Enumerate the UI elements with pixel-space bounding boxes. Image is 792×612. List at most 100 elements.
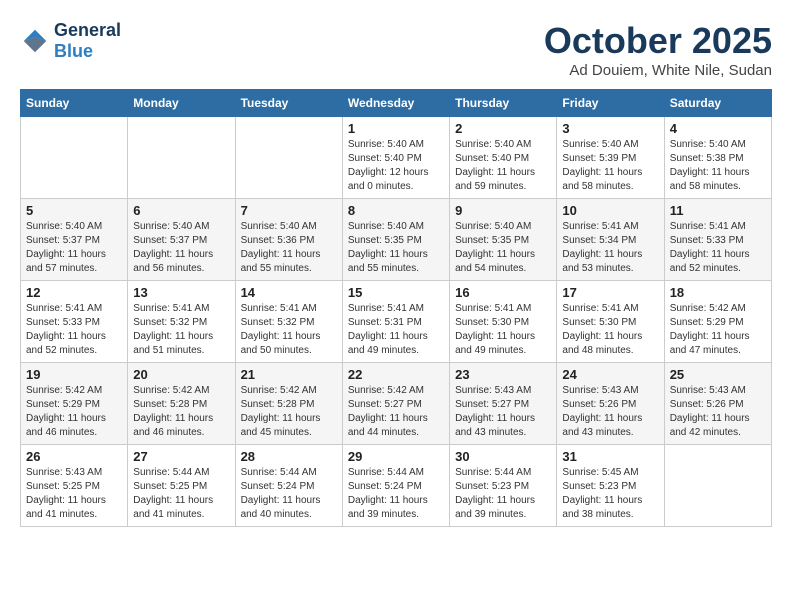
day-info: Sunrise: 5:43 AM Sunset: 5:25 PM Dayligh… (26, 466, 122, 522)
day-info: Sunrise: 5:40 AM Sunset: 5:37 PM Dayligh… (133, 220, 229, 276)
day-cell: 21 Sunrise: 5:42 AM Sunset: 5:28 PM Dayli… (235, 363, 342, 445)
day-cell (664, 445, 771, 527)
title-area: October 2025 Ad Douiem, White Nile, Suda… (544, 20, 772, 79)
day-cell: 23Sunrise: 5:43 AM Sunset: 5:27 PM Dayli… (450, 363, 557, 445)
day-cell: 22 Sunrise: 5:42 AM Sunset: 5:27 PM Dayli… (342, 363, 449, 445)
day-info: Sunrise: 5:45 AM Sunset: 5:23 PM Dayligh… (562, 466, 658, 522)
day-info: Sunrise: 5:41 AM Sunset: 5:30 PM Dayligh… (562, 302, 658, 358)
day-cell: 9 Sunrise: 5:40 AM Sunset: 5:35 PM Daylig… (450, 199, 557, 281)
day-info: Sunrise: 5:43 AM Sunset: 5:26 PM Dayligh… (670, 384, 766, 440)
page-header: General Blue October 2025 Ad Douiem, Whi… (20, 20, 772, 79)
day-number: 28 (241, 449, 337, 464)
day-info: Sunrise: 5:40 AM Sunset: 5:37 PM Dayligh… (26, 220, 122, 276)
day-info: Sunrise: 5:40 AM Sunset: 5:38 PM Dayligh… (670, 138, 766, 194)
day-number: 16 (455, 285, 551, 300)
day-number: 7 (241, 203, 337, 218)
day-cell: 4 Sunrise: 5:40 AM Sunset: 5:38 PM Daylig… (664, 117, 771, 199)
day-number: 22 (348, 367, 444, 382)
day-number: 1 (348, 121, 444, 136)
day-cell: 28Sunrise: 5:44 AM Sunset: 5:24 PM Dayli… (235, 445, 342, 527)
day-number: 18 (670, 285, 766, 300)
col-header-sunday: Sunday (21, 90, 128, 117)
day-number: 13 (133, 285, 229, 300)
day-cell: 19Sunrise: 5:42 AM Sunset: 5:29 PM Dayli… (21, 363, 128, 445)
day-number: 2 (455, 121, 551, 136)
day-number: 17 (562, 285, 658, 300)
day-cell (21, 117, 128, 199)
day-cell: 18 Sunrise: 5:42 AM Sunset: 5:29 PM Dayli… (664, 281, 771, 363)
day-number: 12 (26, 285, 122, 300)
day-info: Sunrise: 5:42 AM Sunset: 5:27 PM Dayligh… (348, 384, 444, 440)
day-number: 19 (26, 367, 122, 382)
day-cell: 24 Sunrise: 5:43 AM Sunset: 5:26 PM Dayli… (557, 363, 664, 445)
week-row-5: 26 Sunrise: 5:43 AM Sunset: 5:25 PM Dayli… (21, 445, 772, 527)
day-number: 27 (133, 449, 229, 464)
col-header-wednesday: Wednesday (342, 90, 449, 117)
col-header-tuesday: Tuesday (235, 90, 342, 117)
day-number: 31 (562, 449, 658, 464)
day-info: Sunrise: 5:40 AM Sunset: 5:35 PM Dayligh… (348, 220, 444, 276)
day-cell: 30Sunrise: 5:44 AM Sunset: 5:23 PM Dayli… (450, 445, 557, 527)
day-info: Sunrise: 5:41 AM Sunset: 5:33 PM Dayligh… (670, 220, 766, 276)
day-info: Sunrise: 5:41 AM Sunset: 5:31 PM Dayligh… (348, 302, 444, 358)
logo-icon (20, 26, 50, 56)
week-row-4: 19Sunrise: 5:42 AM Sunset: 5:29 PM Dayli… (21, 363, 772, 445)
day-cell: 5 Sunrise: 5:40 AM Sunset: 5:37 PM Daylig… (21, 199, 128, 281)
day-cell (235, 117, 342, 199)
day-info: Sunrise: 5:42 AM Sunset: 5:29 PM Dayligh… (670, 302, 766, 358)
day-number: 3 (562, 121, 658, 136)
day-cell: 16 Sunrise: 5:41 AM Sunset: 5:30 PM Dayli… (450, 281, 557, 363)
day-cell: 1 Sunrise: 5:40 AM Sunset: 5:40 PM Daylig… (342, 117, 449, 199)
day-cell: 26 Sunrise: 5:43 AM Sunset: 5:25 PM Dayli… (21, 445, 128, 527)
logo-text: General Blue (54, 20, 121, 62)
day-info: Sunrise: 5:42 AM Sunset: 5:28 PM Dayligh… (241, 384, 337, 440)
day-info: Sunrise: 5:40 AM Sunset: 5:35 PM Dayligh… (455, 220, 551, 276)
day-info: Sunrise: 5:40 AM Sunset: 5:40 PM Dayligh… (455, 138, 551, 194)
day-number: 5 (26, 203, 122, 218)
day-info: Sunrise: 5:44 AM Sunset: 5:25 PM Dayligh… (133, 466, 229, 522)
day-number: 11 (670, 203, 766, 218)
day-number: 21 (241, 367, 337, 382)
location-subtitle: Ad Douiem, White Nile, Sudan (544, 62, 772, 79)
col-header-thursday: Thursday (450, 90, 557, 117)
day-info: Sunrise: 5:40 AM Sunset: 5:36 PM Dayligh… (241, 220, 337, 276)
day-cell: 29 Sunrise: 5:44 AM Sunset: 5:24 PM Dayli… (342, 445, 449, 527)
day-cell: 31 Sunrise: 5:45 AM Sunset: 5:23 PM Dayli… (557, 445, 664, 527)
day-cell: 10 Sunrise: 5:41 AM Sunset: 5:34 PM Dayli… (557, 199, 664, 281)
day-number: 26 (26, 449, 122, 464)
week-row-1: 1 Sunrise: 5:40 AM Sunset: 5:40 PM Daylig… (21, 117, 772, 199)
day-cell: 2 Sunrise: 5:40 AM Sunset: 5:40 PM Daylig… (450, 117, 557, 199)
day-cell: 27 Sunrise: 5:44 AM Sunset: 5:25 PM Dayli… (128, 445, 235, 527)
day-info: Sunrise: 5:41 AM Sunset: 5:30 PM Dayligh… (455, 302, 551, 358)
day-number: 8 (348, 203, 444, 218)
day-number: 10 (562, 203, 658, 218)
day-cell: 25Sunrise: 5:43 AM Sunset: 5:26 PM Dayli… (664, 363, 771, 445)
day-cell: 13Sunrise: 5:41 AM Sunset: 5:32 PM Dayli… (128, 281, 235, 363)
day-cell: 12Sunrise: 5:41 AM Sunset: 5:33 PM Dayli… (21, 281, 128, 363)
day-cell (128, 117, 235, 199)
day-cell: 20Sunrise: 5:42 AM Sunset: 5:28 PM Dayli… (128, 363, 235, 445)
day-number: 14 (241, 285, 337, 300)
day-info: Sunrise: 5:41 AM Sunset: 5:32 PM Dayligh… (241, 302, 337, 358)
day-cell: 17 Sunrise: 5:41 AM Sunset: 5:30 PM Dayli… (557, 281, 664, 363)
calendar-table: SundayMondayTuesdayWednesdayThursdayFrid… (20, 89, 772, 527)
day-cell: 14 Sunrise: 5:41 AM Sunset: 5:32 PM Dayli… (235, 281, 342, 363)
month-title: October 2025 (544, 20, 772, 62)
day-info: Sunrise: 5:41 AM Sunset: 5:34 PM Dayligh… (562, 220, 658, 276)
logo: General Blue (20, 20, 121, 62)
day-number: 30 (455, 449, 551, 464)
day-number: 6 (133, 203, 229, 218)
col-header-saturday: Saturday (664, 90, 771, 117)
day-number: 24 (562, 367, 658, 382)
day-number: 4 (670, 121, 766, 136)
day-info: Sunrise: 5:40 AM Sunset: 5:39 PM Dayligh… (562, 138, 658, 194)
day-info: Sunrise: 5:44 AM Sunset: 5:24 PM Dayligh… (348, 466, 444, 522)
day-number: 9 (455, 203, 551, 218)
day-info: Sunrise: 5:43 AM Sunset: 5:26 PM Dayligh… (562, 384, 658, 440)
week-row-3: 12Sunrise: 5:41 AM Sunset: 5:33 PM Dayli… (21, 281, 772, 363)
day-cell: 11 Sunrise: 5:41 AM Sunset: 5:33 PM Dayli… (664, 199, 771, 281)
day-number: 20 (133, 367, 229, 382)
day-info: Sunrise: 5:40 AM Sunset: 5:40 PM Dayligh… (348, 138, 444, 194)
col-header-monday: Monday (128, 90, 235, 117)
day-number: 29 (348, 449, 444, 464)
